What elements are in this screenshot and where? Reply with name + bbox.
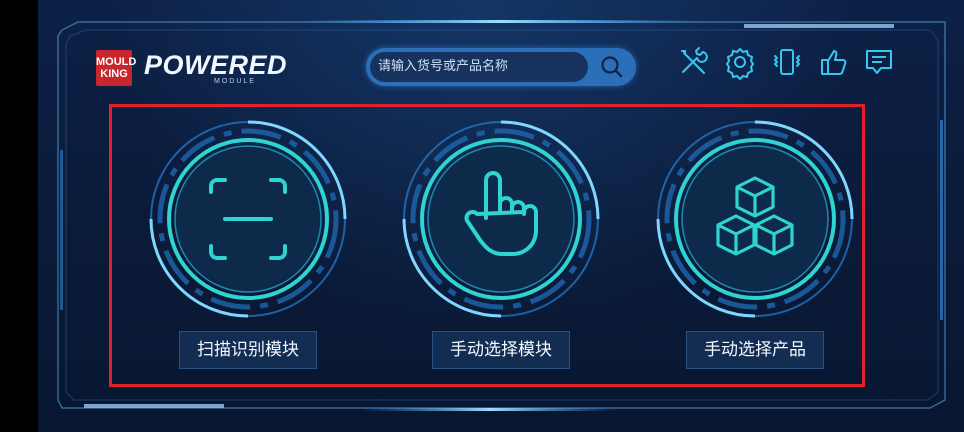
powered-wordmark: POWERED [144,50,288,80]
thumbs-up-icon[interactable] [816,44,852,80]
search-input[interactable] [370,52,588,82]
module-wordmark: MODULE [214,78,256,85]
search-icon[interactable] [596,52,628,82]
toolbar [675,44,897,80]
badge-line-2: KING [100,68,128,80]
tools-icon[interactable] [675,44,711,80]
badge-line-1: MOULD [96,56,137,68]
manual-product-button[interactable] [650,114,860,324]
scan-module-label[interactable]: 扫描识别模块 [179,331,317,369]
manual-module-label[interactable]: 手动选择模块 [432,331,570,369]
manual-product-label[interactable]: 手动选择产品 [686,331,824,369]
gear-icon[interactable] [722,44,758,80]
scan-module-button[interactable] [143,114,353,324]
phone-vibrate-icon[interactable] [769,44,805,80]
manual-module-button[interactable] [396,114,606,324]
mould-king-badge: MOULD KING [96,50,137,86]
message-icon[interactable] [861,44,897,80]
brand-logo: MOULD KING POWERED MODULE [96,50,287,90]
search-bar [366,48,636,86]
